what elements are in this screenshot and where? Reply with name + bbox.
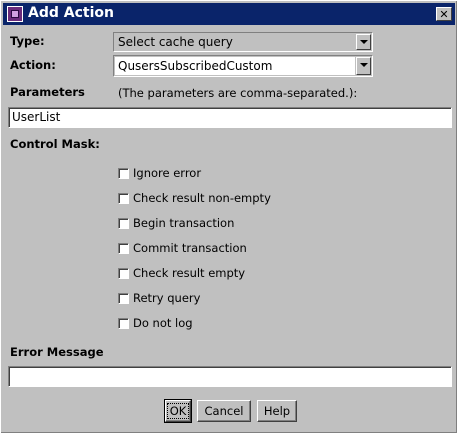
checkbox-label: Ignore error (133, 166, 202, 180)
add-action-dialog: Add Action ✕ Type: Select cache query Ac… (0, 0, 458, 434)
error-message-label: Error Message (10, 345, 104, 359)
checkbox-label: Do not log (133, 316, 193, 330)
close-icon[interactable]: ✕ (436, 7, 452, 21)
checkbox-do-not-log[interactable]: Do not log (118, 315, 193, 331)
checkbox-box[interactable] (118, 292, 129, 304)
checkbox-label: Retry query (133, 291, 201, 305)
cancel-button-label: Cancel (204, 404, 244, 418)
help-button-label: Help (263, 404, 291, 418)
checkbox-box[interactable] (118, 267, 129, 279)
checkbox-check-result-empty[interactable]: Check result empty (118, 265, 245, 281)
checkbox-box[interactable] (118, 192, 129, 204)
checkbox-retry-query[interactable]: Retry query (118, 290, 200, 306)
action-select[interactable]: QusersSubscribedCustom (113, 55, 373, 77)
parameters-label: Parameters (10, 85, 85, 99)
checkbox-check-result-non-empty[interactable]: Check result non-empty (118, 190, 271, 206)
checkbox-ignore-error[interactable]: Ignore error (118, 165, 201, 181)
app-icon (7, 6, 23, 22)
cancel-button[interactable]: Cancel (197, 400, 251, 422)
parameters-hint: (The parameters are comma-separated.): (118, 86, 358, 100)
error-message-input[interactable] (8, 366, 452, 387)
parameters-input[interactable]: UserList (8, 107, 452, 128)
ok-button[interactable]: OK (164, 399, 192, 423)
checkbox-commit-transaction[interactable]: Commit transaction (118, 240, 247, 256)
type-select[interactable]: Select cache query (113, 32, 373, 52)
title-bar[interactable]: Add Action ✕ (3, 3, 455, 25)
checkbox-box[interactable] (118, 167, 129, 179)
checkbox-label: Begin transaction (133, 216, 235, 230)
checkbox-label: Check result empty (133, 266, 246, 280)
window-title: Add Action (28, 5, 114, 21)
checkbox-label: Check result non-empty (133, 191, 271, 205)
checkbox-box[interactable] (118, 242, 129, 254)
help-button[interactable]: Help (257, 400, 297, 422)
action-label: Action: (10, 58, 56, 72)
action-select-value[interactable]: QusersSubscribedCustom (115, 57, 355, 75)
control-mask-label: Control Mask: (10, 137, 100, 151)
type-select-value: Select cache query (115, 34, 355, 50)
chevron-down-icon[interactable] (356, 57, 371, 75)
chevron-down-icon[interactable] (356, 34, 371, 50)
type-label: Type: (10, 34, 45, 48)
ok-button-label: OK (166, 403, 190, 419)
checkbox-box[interactable] (118, 317, 129, 329)
checkbox-box[interactable] (118, 217, 129, 229)
checkbox-begin-transaction[interactable]: Begin transaction (118, 215, 234, 231)
checkbox-label: Commit transaction (133, 241, 247, 255)
